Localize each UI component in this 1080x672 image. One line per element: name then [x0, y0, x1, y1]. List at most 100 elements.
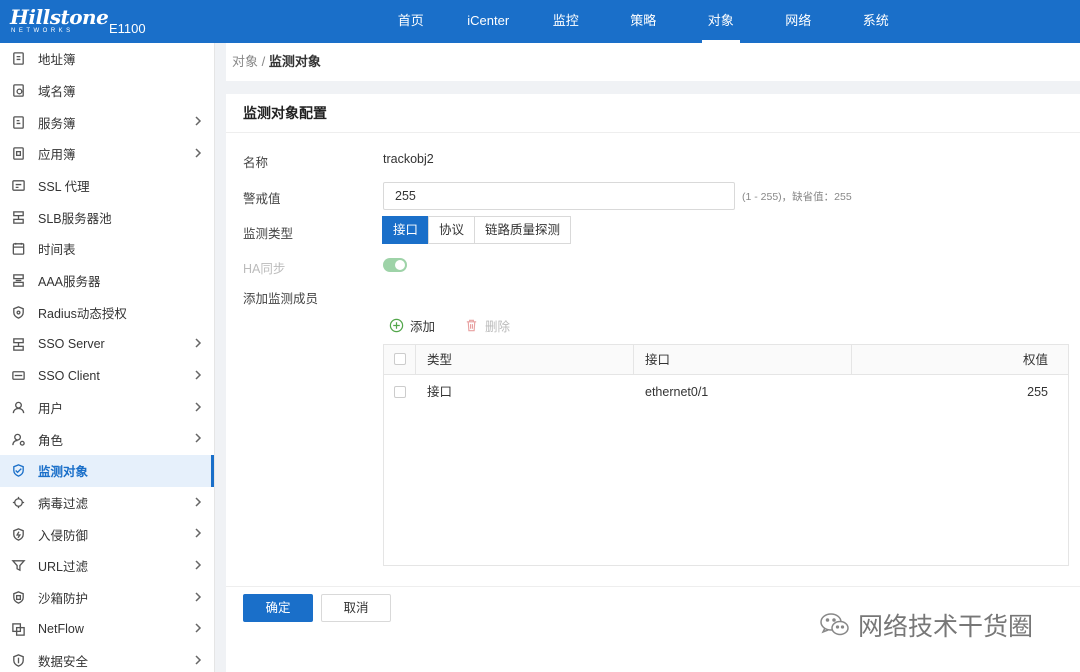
sidebar-item[interactable]: 域名簿: [0, 75, 214, 107]
sidebar-item[interactable]: 服务簿: [0, 106, 214, 138]
column-header-interface[interactable]: 接口: [645, 345, 670, 375]
sidebar-item-label: SSO Client: [38, 368, 100, 383]
brand-logo: Hillstone: [10, 5, 109, 29]
chevron-right-icon[interactable]: [192, 654, 204, 666]
sidebar-item[interactable]: 沙箱防护: [0, 582, 214, 614]
trash-icon: [466, 319, 477, 332]
delete-member-button[interactable]: 删除: [464, 316, 510, 335]
divider: [415, 345, 416, 375]
cell-type: 接口: [427, 385, 453, 399]
sandbox-shield-icon: [10, 590, 26, 606]
cancel-button[interactable]: 取消: [321, 594, 391, 622]
chevron-right-icon[interactable]: [192, 496, 204, 508]
add-member-button[interactable]: 添加: [389, 316, 435, 335]
address-book-icon: [10, 51, 26, 67]
add-member-label: 添加: [410, 320, 436, 334]
nav-system[interactable]: 系统: [837, 0, 915, 43]
sidebar-item[interactable]: URL过滤: [0, 550, 214, 582]
nav-home[interactable]: 首页: [372, 0, 450, 43]
sidebar-item[interactable]: 地址簿: [0, 43, 214, 75]
column-header-weight[interactable]: 权值: [1023, 345, 1048, 375]
divider: [226, 132, 1080, 133]
column-header-type[interactable]: 类型: [427, 345, 452, 375]
chevron-right-icon[interactable]: [192, 401, 204, 413]
threshold-input[interactable]: 255: [383, 182, 735, 210]
panel-title: 监测对象配置: [243, 105, 327, 121]
sidebar-item-label: 病毒过滤: [38, 496, 89, 511]
slb-pool-icon: [10, 209, 26, 225]
type-option-link-quality[interactable]: 链路质量探测: [474, 216, 572, 244]
sidebar-item-label: 监测对象: [38, 465, 89, 480]
role-icon: [10, 431, 26, 447]
type-option-protocol[interactable]: 协议: [428, 216, 476, 244]
sidebar-item-label: 服务簿: [38, 116, 76, 131]
ok-button[interactable]: 确定: [243, 594, 313, 622]
sidebar-item-label: 用户: [38, 401, 64, 416]
sso-client-icon: [10, 368, 26, 384]
members-table: 类型 接口 权值 接口 ethernet0/1 255: [383, 344, 1069, 566]
nav-policy[interactable]: 策略: [605, 0, 683, 43]
threshold-label: 警戒值: [243, 192, 281, 206]
select-all-checkbox[interactable]: [394, 353, 406, 365]
chevron-right-icon[interactable]: [192, 147, 204, 159]
breadcrumb-parent[interactable]: 对象 /: [232, 54, 265, 69]
virus-icon: [10, 494, 26, 510]
nav-object[interactable]: 对象: [682, 0, 760, 43]
cell-weight: 255: [1027, 385, 1048, 399]
sidebar-item[interactable]: 病毒过滤: [0, 487, 214, 519]
chevron-right-icon[interactable]: [192, 115, 204, 127]
sidebar-item[interactable]: 角色: [0, 423, 214, 455]
chevron-right-icon[interactable]: [192, 527, 204, 539]
plus-circle-icon: [389, 318, 404, 333]
table-row[interactable]: 接口 ethernet0/1 255: [384, 376, 1068, 408]
sidebar-item[interactable]: SLB服务器池: [0, 201, 214, 233]
chevron-right-icon[interactable]: [192, 337, 204, 349]
config-panel: 监测对象配置 名称 trackobj2 警戒值 255 (1 - 255)，缺省…: [226, 94, 1080, 672]
nav-icenter[interactable]: iCenter: [450, 0, 528, 43]
watermark: 网络技术干货圈: [818, 607, 1033, 643]
chevron-right-icon[interactable]: [192, 559, 204, 571]
divider: [851, 345, 852, 375]
sidebar-item-label: 地址簿: [38, 53, 76, 68]
sidebar-item[interactable]: SSO Client: [0, 360, 214, 392]
nav-network[interactable]: 网络: [760, 0, 838, 43]
sidebar-item-label: 数据安全: [38, 655, 89, 670]
sidebar-item[interactable]: 时间表: [0, 233, 214, 265]
sidebar-item[interactable]: NetFlow: [0, 613, 214, 645]
sidebar-item[interactable]: 应用簿: [0, 138, 214, 170]
user-icon: [10, 399, 26, 415]
divider: [633, 345, 634, 375]
intrusion-shield-icon: [10, 526, 26, 542]
sidebar-item[interactable]: 入侵防御: [0, 518, 214, 550]
chevron-right-icon[interactable]: [192, 369, 204, 381]
main-nav: 首页 iCenter 监控 策略 对象 网络 系统: [372, 0, 915, 43]
sidebar-item-label: Radius动态授权: [38, 306, 127, 321]
ha-sync-toggle[interactable]: [383, 258, 407, 272]
type-option-interface[interactable]: 接口: [382, 216, 430, 244]
breadcrumb: 对象 / 监测对象: [226, 43, 1080, 81]
sidebar-item[interactable]: Radius动态授权: [0, 297, 214, 329]
sidebar-item[interactable]: SSO Server: [0, 328, 214, 360]
ha-sync-label: HA同步: [243, 262, 286, 276]
chevron-right-icon[interactable]: [192, 432, 204, 444]
sidebar-item[interactable]: 用户: [0, 392, 214, 424]
row-checkbox[interactable]: [394, 386, 406, 398]
divider: [226, 586, 1080, 587]
type-selector: 接口 协议 链路质量探测: [382, 216, 572, 244]
sidebar-item[interactable]: 监测对象: [0, 454, 214, 487]
sidebar-item[interactable]: 数据安全: [0, 645, 214, 672]
sidebar-item[interactable]: AAA服务器: [0, 265, 214, 297]
sidebar-item-label: 时间表: [38, 243, 76, 258]
sidebar-item-label: 入侵防御: [38, 528, 89, 543]
threshold-hint: (1 - 255)，缺省值：255: [742, 191, 852, 203]
chevron-right-icon[interactable]: [192, 622, 204, 634]
sidebar-item[interactable]: SSL 代理: [0, 170, 214, 202]
chevron-right-icon[interactable]: [192, 591, 204, 603]
aaa-server-icon: [10, 273, 26, 289]
delete-member-label: 删除: [485, 320, 511, 334]
members-label: 添加监测成员: [243, 292, 319, 306]
ssl-proxy-icon: [10, 178, 26, 194]
nav-monitor[interactable]: 监控: [527, 0, 605, 43]
watermark-text: 网络技术干货圈: [858, 613, 1034, 641]
domain-book-icon: [10, 83, 26, 99]
